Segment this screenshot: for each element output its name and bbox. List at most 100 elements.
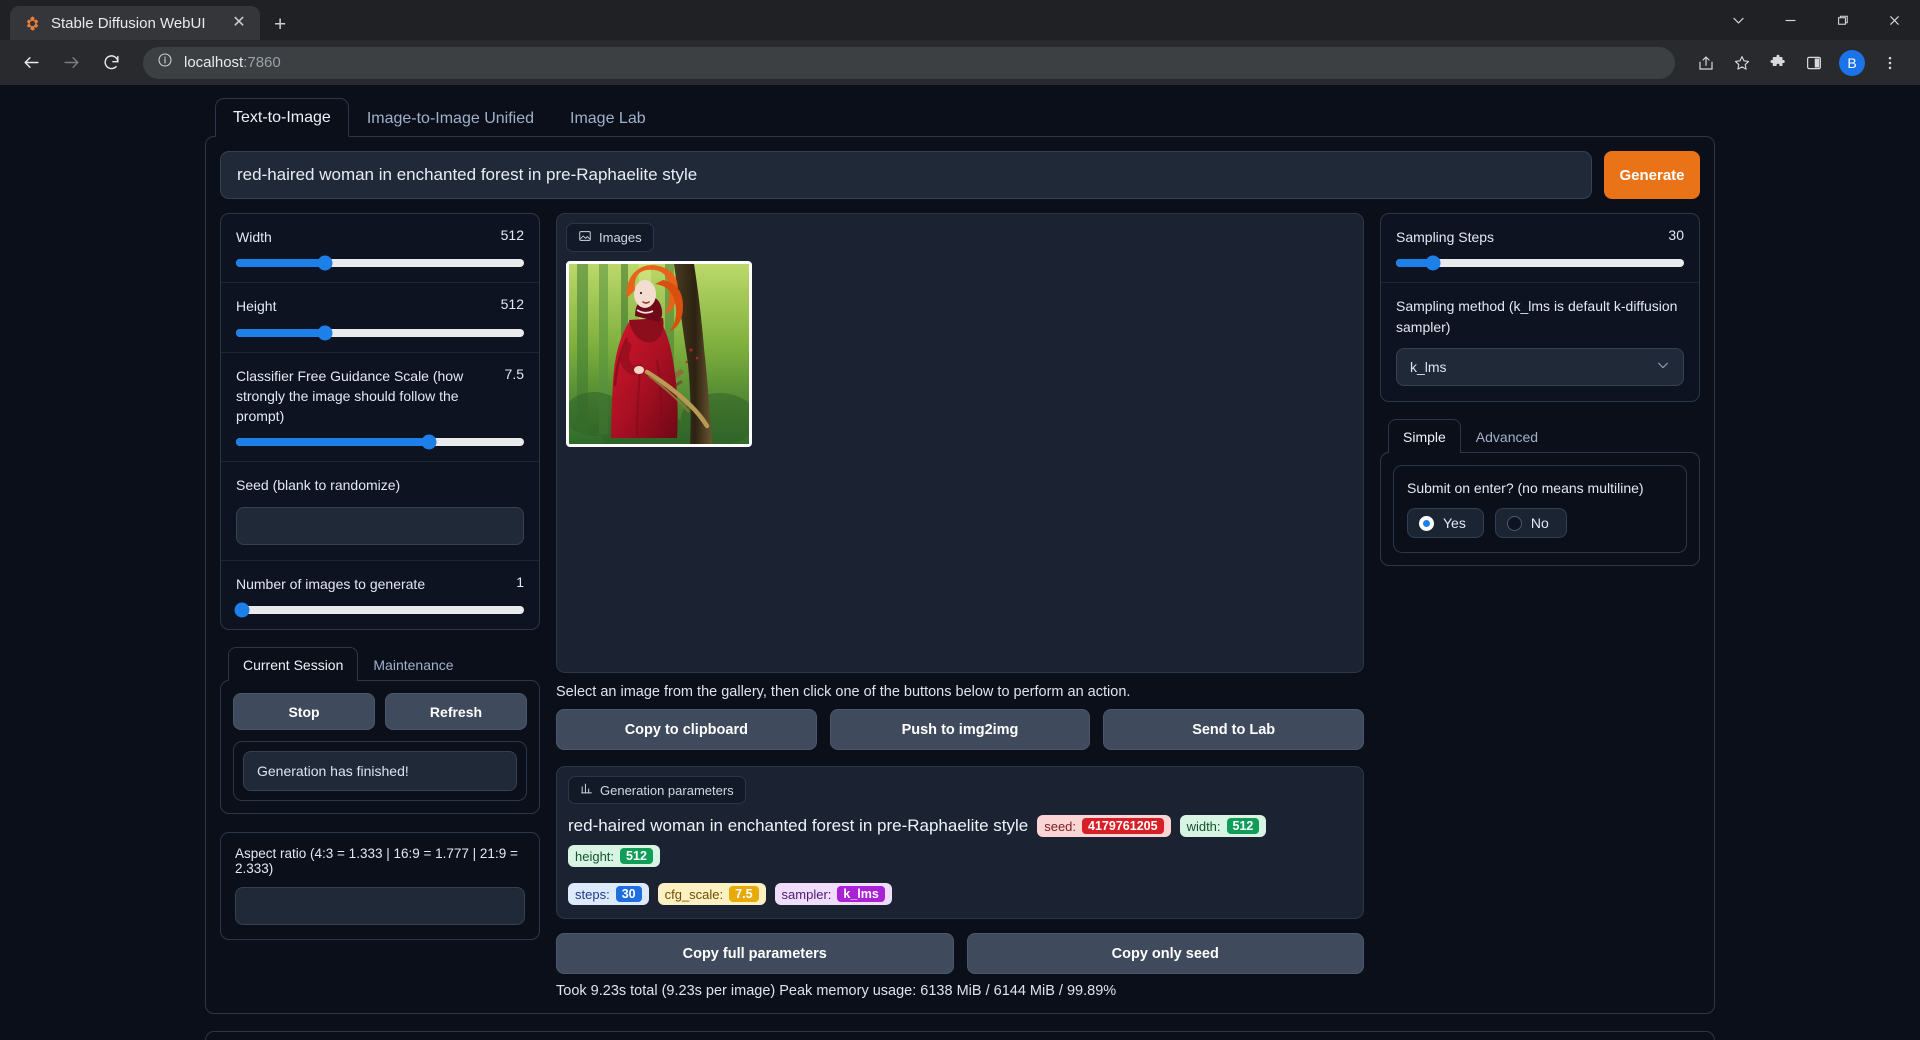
text-to-image-panel: red-haired woman in enchanted forest in …: [205, 136, 1715, 1014]
browser-tab-strip: Stable Diffusion WebUI ✕ +: [0, 0, 286, 40]
browser-tab[interactable]: Stable Diffusion WebUI ✕: [10, 6, 260, 40]
badge-key: cfg_scale:: [664, 886, 724, 902]
left-controls-group: Width 512 Height 512 Classifier Free Gui…: [220, 213, 540, 631]
push-to-img2img-button[interactable]: Push to img2img: [829, 709, 1091, 750]
radio-no[interactable]: No: [1494, 508, 1567, 539]
prompt-input[interactable]: red-haired woman in enchanted forest in …: [220, 151, 1592, 199]
tab-image-lab[interactable]: Image Lab: [552, 99, 664, 137]
badge-cfg-scale: cfg_scale: 7.5: [657, 883, 766, 905]
sampling-method-select[interactable]: k_lms: [1396, 347, 1684, 386]
badge-value: 4179761205: [1082, 818, 1164, 834]
tab-label: Image Lab: [570, 110, 646, 127]
image-icon: [578, 229, 592, 246]
info-circle-icon[interactable]: [157, 52, 173, 73]
tab-label: Current Session: [243, 657, 344, 674]
tab-maintenance[interactable]: Maintenance: [358, 647, 468, 681]
seed-label: Seed (blank to randomize): [236, 477, 401, 494]
copy-only-seed-button[interactable]: Copy only seed: [966, 933, 1364, 974]
side-panel-icon[interactable]: [1798, 47, 1830, 79]
session-tabs: Current Session Maintenance: [220, 646, 540, 682]
share-icon[interactable]: [1690, 47, 1722, 79]
star-icon[interactable]: [1726, 47, 1758, 79]
aspect-ratio-input[interactable]: [235, 887, 525, 926]
images-gallery: Images: [556, 213, 1364, 673]
right-controls-group: Sampling Steps 30 Sampling method (k_lms…: [1380, 213, 1700, 402]
badge-width: width: 512: [1179, 815, 1267, 837]
main-tabs: Text-to-Image Image-to-Image Unified Ima…: [205, 97, 1715, 137]
width-slider[interactable]: [236, 255, 524, 271]
height-control: Height 512: [221, 283, 539, 353]
arrow-left-icon[interactable]: [14, 46, 48, 80]
send-to-lab-button[interactable]: Send to Lab: [1103, 709, 1365, 750]
num-images-slider[interactable]: [234, 602, 524, 618]
session-status: Generation has finished!: [243, 751, 517, 792]
height-value: 512: [500, 296, 524, 313]
sampling-method-control: Sampling method (k_lms is default k-diff…: [1381, 283, 1699, 401]
num-images-label: Number of images to generate: [236, 575, 426, 592]
parameters-prompt-text: red-haired woman in enchanted forest in …: [568, 816, 1029, 835]
cfg-scale-slider[interactable]: [236, 434, 524, 450]
generation-parameters-chip: Generation parameters: [568, 776, 746, 804]
plus-icon[interactable]: +: [274, 14, 286, 35]
chevron-down-icon[interactable]: [1712, 0, 1764, 40]
seed-input[interactable]: [236, 506, 524, 545]
minimize-icon[interactable]: [1764, 0, 1816, 40]
badge-key: width:: [1186, 818, 1221, 834]
close-icon[interactable]: ✕: [230, 15, 248, 31]
tab-advanced[interactable]: Advanced: [1461, 419, 1553, 453]
prompt-row: red-haired woman in enchanted forest in …: [220, 151, 1700, 199]
three-dots-icon[interactable]: [1874, 47, 1906, 79]
right-sidebar: Sampling Steps 30 Sampling method (k_lms…: [1380, 213, 1700, 567]
timing-status: Took 9.23s total (9.23s per image) Peak …: [556, 983, 1117, 999]
badge-key: sampler:: [781, 886, 832, 902]
radio-yes[interactable]: Yes: [1407, 508, 1484, 539]
num-images-control: Number of images to generate 1: [221, 561, 539, 629]
width-value: 512: [500, 227, 524, 243]
sampling-steps-label: Sampling Steps: [1396, 229, 1495, 245]
width-label: Width: [236, 229, 272, 245]
submit-on-enter-radios: Yes No: [1407, 508, 1673, 539]
maximize-icon[interactable]: [1816, 0, 1868, 40]
generate-button[interactable]: Generate: [1604, 151, 1700, 199]
tab-image-to-image-unified[interactable]: Image-to-Image Unified: [349, 99, 552, 137]
copy-full-parameters-button[interactable]: Copy full parameters: [556, 933, 954, 974]
window-controls: [1712, 0, 1920, 40]
tab-simple[interactable]: Simple: [1388, 418, 1461, 453]
badge-value: 7.5: [729, 886, 759, 902]
gallery-thumbnail[interactable]: [566, 261, 752, 447]
copy-to-clipboard-button[interactable]: Copy to clipboard: [556, 709, 817, 750]
badge-value: 30: [615, 886, 642, 902]
session-panel: Stop Refresh Generation has finished!: [220, 680, 540, 815]
cfg-scale-value: 7.5: [504, 365, 524, 382]
left-sidebar: Width 512 Height 512 Classifier Free Gui…: [220, 213, 540, 941]
tab-text-to-image[interactable]: Text-to-Image: [215, 98, 349, 137]
address-bar[interactable]: localhost:7860: [143, 46, 1675, 79]
arrow-right-icon: [54, 46, 88, 80]
height-slider[interactable]: [236, 325, 524, 341]
stop-button[interactable]: Stop: [233, 693, 375, 731]
reload-icon[interactable]: [94, 46, 128, 80]
cfg-scale-label: Classifier Free Guidance Scale (how stro…: [236, 367, 464, 425]
badge-seed: seed: 4179761205: [1037, 815, 1171, 837]
badge-key: seed:: [1044, 818, 1077, 834]
app-viewport: Text-to-Image Image-to-Image Unified Ima…: [0, 85, 1920, 1040]
chart-icon: [580, 782, 593, 798]
badge-value: 512: [620, 848, 653, 864]
sampling-steps-slider[interactable]: [1396, 255, 1684, 271]
window-close-icon[interactable]: [1868, 0, 1920, 40]
images-chip: Images: [566, 223, 654, 252]
refresh-button[interactable]: Refresh: [385, 693, 527, 731]
aspect-ratio-card: Aspect ratio (4:3 = 1.333 | 16:9 = 1.777…: [220, 832, 540, 941]
badge-sampler: sampler: k_lms: [774, 883, 892, 905]
footer: For help and advanced usage guides, visi…: [205, 1031, 1715, 1040]
center-column: Images Select an image from the gallery,…: [556, 213, 1365, 999]
puzzle-icon[interactable]: [1762, 47, 1794, 79]
generation-parameters-card: Generation parameters red-haired woman i…: [556, 766, 1364, 919]
copy-buttons: Copy full parameters Copy only seed: [556, 933, 1364, 974]
tab-current-session[interactable]: Current Session: [228, 647, 359, 682]
profile-avatar[interactable]: B: [1839, 49, 1865, 76]
badge-key: height:: [575, 848, 615, 864]
parameters-body: red-haired woman in enchanted forest in …: [568, 815, 1352, 905]
columns: Width 512 Height 512 Classifier Free Gui…: [220, 213, 1700, 999]
radio-dot-icon: [1506, 515, 1522, 531]
